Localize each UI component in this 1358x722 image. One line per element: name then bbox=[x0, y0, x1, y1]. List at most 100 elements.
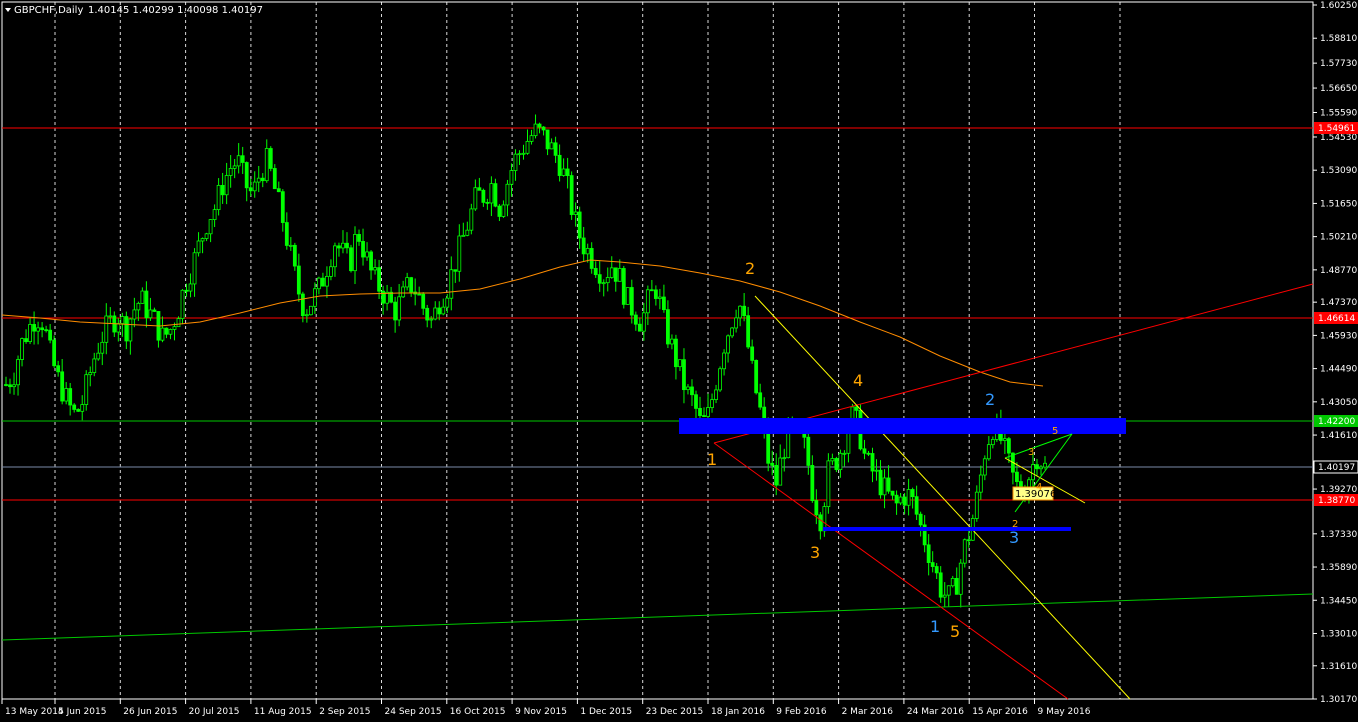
candle-body bbox=[698, 408, 702, 416]
candle-body bbox=[561, 168, 566, 176]
candle-body bbox=[244, 162, 249, 189]
candle-body bbox=[870, 453, 875, 472]
candle-body bbox=[770, 462, 775, 466]
price-tick-label: 1.31610 bbox=[1320, 662, 1357, 672]
candle-body bbox=[882, 477, 887, 496]
candle-body bbox=[597, 274, 602, 284]
time-tick-label: 24 Sep 2015 bbox=[385, 707, 442, 717]
price-tick-label: 1.33010 bbox=[1320, 629, 1357, 639]
wave-blue-3: 3 bbox=[1009, 528, 1019, 547]
candle-body bbox=[690, 386, 694, 396]
candle-body bbox=[353, 234, 357, 272]
candle-body bbox=[12, 384, 16, 388]
candle-body bbox=[108, 315, 113, 318]
wave-small-3: 3 bbox=[1028, 447, 1034, 458]
candle-body bbox=[296, 265, 301, 295]
price-tag-current-text: 1.40197 bbox=[1318, 463, 1355, 473]
price-tag-mid-red-text: 1.46614 bbox=[1318, 314, 1355, 324]
candle-body bbox=[449, 269, 454, 299]
price-tick-label: 1.35890 bbox=[1320, 563, 1357, 573]
time-tick-label: 20 Jul 2015 bbox=[189, 707, 240, 717]
candle-body bbox=[517, 153, 522, 156]
candle-body bbox=[577, 211, 582, 239]
candle-body bbox=[718, 368, 722, 391]
time-tick-label: 15 Apr 2016 bbox=[972, 707, 1028, 717]
wave-blue-1: 1 bbox=[930, 617, 940, 636]
candle-body bbox=[617, 268, 622, 282]
price-tag-lower-red-text: 1.38770 bbox=[1318, 496, 1355, 506]
candle-body bbox=[886, 477, 891, 492]
candle-body bbox=[417, 293, 422, 296]
candle-body bbox=[300, 293, 305, 316]
support-zone[interactable] bbox=[823, 527, 1071, 531]
candle-body bbox=[441, 306, 446, 315]
price-tick-label: 1.54530 bbox=[1320, 133, 1357, 143]
candle-body bbox=[533, 123, 538, 137]
time-tick-label: 26 Jun 2015 bbox=[123, 707, 177, 717]
candle-body bbox=[806, 436, 811, 466]
candle-body bbox=[682, 359, 686, 391]
candle-body bbox=[986, 444, 991, 460]
time-tick-label: 16 Oct 2015 bbox=[450, 707, 506, 717]
candle-body bbox=[541, 126, 546, 131]
candle-body bbox=[76, 409, 81, 412]
candle-body bbox=[204, 233, 209, 239]
candle-body bbox=[140, 290, 145, 304]
candle-body bbox=[866, 452, 871, 455]
candle-body bbox=[453, 269, 458, 272]
candle-body bbox=[288, 244, 293, 247]
candle-body bbox=[116, 323, 121, 333]
candle-body bbox=[581, 237, 586, 255]
candle-body bbox=[890, 490, 895, 496]
candle-body bbox=[68, 388, 73, 406]
candle-body bbox=[397, 296, 402, 321]
candle-body bbox=[481, 189, 486, 203]
candle-body bbox=[649, 289, 654, 292]
candle-body bbox=[200, 238, 205, 242]
candle-body bbox=[974, 491, 979, 519]
candle-body bbox=[224, 175, 229, 196]
symbol-label[interactable]: GBPCHF,Daily bbox=[14, 5, 83, 16]
candle-body bbox=[754, 359, 759, 394]
candle-body bbox=[124, 316, 129, 342]
time-tick-label: 2 Mar 2016 bbox=[842, 707, 894, 717]
candle-body bbox=[710, 399, 714, 408]
candle-body bbox=[938, 572, 943, 598]
candle-body bbox=[433, 307, 438, 320]
candle-body bbox=[208, 219, 213, 235]
candle-body bbox=[148, 309, 153, 319]
candle-body bbox=[601, 282, 606, 285]
resistance-zone[interactable] bbox=[679, 418, 1126, 434]
candle-body bbox=[609, 267, 614, 278]
time-tick-label: 23 Dec 2015 bbox=[646, 707, 704, 717]
candle-body bbox=[714, 389, 718, 401]
price-tick-label: 1.58810 bbox=[1320, 34, 1357, 44]
candle-body bbox=[184, 289, 189, 292]
candle-body bbox=[72, 404, 77, 410]
candle-body bbox=[1039, 466, 1043, 470]
time-tick-label: 4 Jun 2015 bbox=[58, 707, 106, 717]
wave-orange-1: 1 bbox=[707, 450, 717, 469]
candle-body bbox=[172, 326, 177, 330]
price-chart[interactable]: 1.39076 1 2 3 4 5 1 2 3 2 3 4 5 GBPCHF,D… bbox=[0, 0, 1358, 722]
price-tick-label: 1.51650 bbox=[1320, 199, 1357, 209]
candle-body bbox=[28, 324, 32, 343]
candle-body bbox=[240, 155, 245, 163]
time-tick-label: 9 Feb 2016 bbox=[776, 707, 827, 717]
price-tick-label: 1.30170 bbox=[1320, 695, 1357, 705]
candle-body bbox=[838, 452, 843, 470]
candle-body bbox=[666, 309, 670, 345]
price-tick-label: 1.41610 bbox=[1320, 431, 1357, 441]
candle-body bbox=[100, 341, 105, 354]
candle-body bbox=[962, 539, 967, 564]
price-tick-label: 1.48770 bbox=[1320, 266, 1357, 276]
wave-orange-2: 2 bbox=[745, 259, 755, 278]
candle-body bbox=[477, 187, 482, 191]
candle-body bbox=[605, 277, 610, 284]
candle-body bbox=[746, 315, 751, 348]
candle-body bbox=[854, 406, 859, 411]
candle-body bbox=[694, 394, 698, 409]
candle-body bbox=[946, 585, 951, 596]
candle-body bbox=[645, 289, 650, 314]
candle-body bbox=[349, 247, 353, 272]
